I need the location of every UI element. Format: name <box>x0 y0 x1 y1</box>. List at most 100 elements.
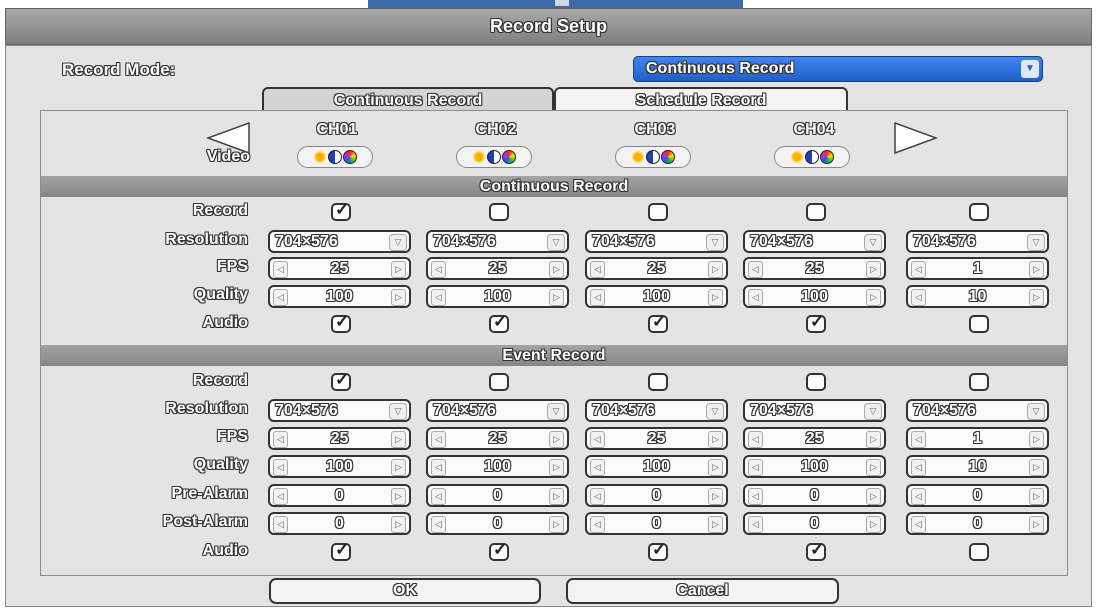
resolution-select-3[interactable]: 704×576 ▽ <box>585 230 728 253</box>
quality-spinner-5[interactable]: ◁ 10 ▷ <box>906 455 1049 478</box>
resolution-select-1[interactable]: 704×576 ▽ <box>268 230 411 253</box>
fps-spinner-1[interactable]: ◁ 25 ▷ <box>268 427 411 450</box>
post-alarm-spinner-2[interactable]: ◁ 0 ▷ <box>426 512 569 535</box>
fps-spinner-5[interactable]: ◁ 1 ▷ <box>906 427 1049 450</box>
video-adjust-ch02[interactable] <box>456 146 532 168</box>
small-left-arrow-icon[interactable]: ◁ <box>273 289 288 306</box>
small-left-arrow-icon[interactable]: ◁ <box>431 488 446 505</box>
small-right-arrow-icon[interactable]: ▷ <box>391 516 406 533</box>
audio-checkbox-2[interactable]: ✓ <box>489 540 509 561</box>
small-left-arrow-icon[interactable]: ◁ <box>273 261 288 278</box>
small-right-arrow-icon[interactable]: ▷ <box>1029 459 1044 476</box>
fps-spinner-4[interactable]: ◁ 25 ▷ <box>743 427 886 450</box>
small-left-arrow-icon[interactable]: ◁ <box>748 289 763 306</box>
small-right-arrow-icon[interactable]: ▷ <box>549 289 564 306</box>
record-checkbox-5[interactable] <box>969 203 989 221</box>
small-right-arrow-icon[interactable]: ▷ <box>866 289 881 306</box>
record-checkbox-4[interactable] <box>806 373 826 391</box>
color-wheel-icon[interactable] <box>502 150 516 164</box>
half-circle-icon[interactable] <box>646 150 660 164</box>
small-right-arrow-icon[interactable]: ▷ <box>1029 431 1044 448</box>
small-left-arrow-icon[interactable]: ◁ <box>911 459 926 476</box>
small-right-arrow-icon[interactable]: ▷ <box>866 516 881 533</box>
chevron-down-icon[interactable]: ▽ <box>1027 234 1045 251</box>
quality-spinner-2[interactable]: ◁ 100 ▷ <box>426 455 569 478</box>
chevron-down-icon[interactable]: ▽ <box>389 234 407 251</box>
small-left-arrow-icon[interactable]: ◁ <box>911 516 926 533</box>
color-wheel-icon[interactable] <box>661 150 675 164</box>
small-left-arrow-icon[interactable]: ◁ <box>911 289 926 306</box>
tab-continuous-record[interactable]: Continuous Record <box>262 87 554 112</box>
fps-spinner-5[interactable]: ◁ 1 ▷ <box>906 257 1049 280</box>
chevron-down-icon[interactable]: ▽ <box>706 234 724 251</box>
small-right-arrow-icon[interactable]: ▷ <box>549 516 564 533</box>
resolution-select-2[interactable]: 704×576 ▽ <box>426 230 569 253</box>
quality-spinner-3[interactable]: ◁ 100 ▷ <box>585 285 728 308</box>
small-right-arrow-icon[interactable]: ▷ <box>391 459 406 476</box>
video-adjust-ch04[interactable] <box>774 146 850 168</box>
triangle-right-icon[interactable] <box>893 121 939 155</box>
small-left-arrow-icon[interactable]: ◁ <box>431 516 446 533</box>
cancel-button[interactable]: Cancel <box>566 578 839 604</box>
small-left-arrow-icon[interactable]: ◁ <box>590 459 605 476</box>
small-right-arrow-icon[interactable]: ▷ <box>391 289 406 306</box>
audio-checkbox-3[interactable]: ✓ <box>648 312 668 333</box>
chevron-down-icon[interactable]: ▽ <box>864 403 882 420</box>
audio-checkbox-5[interactable] <box>969 543 989 561</box>
chevron-down-icon[interactable]: ▽ <box>389 403 407 420</box>
small-left-arrow-icon[interactable]: ◁ <box>748 261 763 278</box>
resolution-select-4[interactable]: 704×576 ▽ <box>743 230 886 253</box>
sun-icon[interactable] <box>472 150 486 164</box>
small-left-arrow-icon[interactable]: ◁ <box>431 261 446 278</box>
audio-checkbox-4[interactable]: ✓ <box>806 540 826 561</box>
small-right-arrow-icon[interactable]: ▷ <box>866 261 881 278</box>
small-left-arrow-icon[interactable]: ◁ <box>431 431 446 448</box>
post-alarm-spinner-3[interactable]: ◁ 0 ▷ <box>585 512 728 535</box>
resolution-select-5[interactable]: 704×576 ▽ <box>906 399 1049 422</box>
quality-spinner-3[interactable]: ◁ 100 ▷ <box>585 455 728 478</box>
resolution-select-1[interactable]: 704×576 ▽ <box>268 399 411 422</box>
record-checkbox-3[interactable] <box>648 373 668 391</box>
audio-checkbox-2[interactable]: ✓ <box>489 312 509 333</box>
small-left-arrow-icon[interactable]: ◁ <box>911 431 926 448</box>
resolution-select-5[interactable]: 704×576 ▽ <box>906 230 1049 253</box>
pre-alarm-spinner-1[interactable]: ◁ 0 ▷ <box>268 484 411 507</box>
record-checkbox-5[interactable] <box>969 373 989 391</box>
fps-spinner-3[interactable]: ◁ 25 ▷ <box>585 427 728 450</box>
color-wheel-icon[interactable] <box>820 150 834 164</box>
audio-checkbox-4[interactable]: ✓ <box>806 312 826 333</box>
small-right-arrow-icon[interactable]: ▷ <box>866 459 881 476</box>
quality-spinner-1[interactable]: ◁ 100 ▷ <box>268 285 411 308</box>
resolution-select-3[interactable]: 704×576 ▽ <box>585 399 728 422</box>
resolution-select-2[interactable]: 704×576 ▽ <box>426 399 569 422</box>
chevron-down-icon[interactable]: ▽ <box>1027 403 1045 420</box>
small-right-arrow-icon[interactable]: ▷ <box>549 431 564 448</box>
record-checkbox-3[interactable] <box>648 203 668 221</box>
post-alarm-spinner-5[interactable]: ◁ 0 ▷ <box>906 512 1049 535</box>
small-left-arrow-icon[interactable]: ◁ <box>273 488 288 505</box>
small-left-arrow-icon[interactable]: ◁ <box>590 488 605 505</box>
fps-spinner-2[interactable]: ◁ 25 ▷ <box>426 427 569 450</box>
small-right-arrow-icon[interactable]: ▷ <box>708 431 723 448</box>
color-wheel-icon[interactable] <box>343 150 357 164</box>
small-left-arrow-icon[interactable]: ◁ <box>590 261 605 278</box>
sun-icon[interactable] <box>790 150 804 164</box>
ok-button[interactable]: OK <box>269 578 541 604</box>
small-left-arrow-icon[interactable]: ◁ <box>748 459 763 476</box>
fps-spinner-3[interactable]: ◁ 25 ▷ <box>585 257 728 280</box>
small-right-arrow-icon[interactable]: ▷ <box>391 488 406 505</box>
small-right-arrow-icon[interactable]: ▷ <box>708 289 723 306</box>
small-right-arrow-icon[interactable]: ▷ <box>391 431 406 448</box>
sun-icon[interactable] <box>631 150 645 164</box>
pre-alarm-spinner-4[interactable]: ◁ 0 ▷ <box>743 484 886 507</box>
small-left-arrow-icon[interactable]: ◁ <box>273 431 288 448</box>
small-left-arrow-icon[interactable]: ◁ <box>590 289 605 306</box>
small-right-arrow-icon[interactable]: ▷ <box>708 516 723 533</box>
half-circle-icon[interactable] <box>805 150 819 164</box>
quality-spinner-4[interactable]: ◁ 100 ▷ <box>743 455 886 478</box>
small-right-arrow-icon[interactable]: ▷ <box>549 459 564 476</box>
small-left-arrow-icon[interactable]: ◁ <box>273 459 288 476</box>
small-right-arrow-icon[interactable]: ▷ <box>1029 488 1044 505</box>
audio-checkbox-3[interactable]: ✓ <box>648 540 668 561</box>
audio-checkbox-1[interactable]: ✓ <box>331 540 351 561</box>
